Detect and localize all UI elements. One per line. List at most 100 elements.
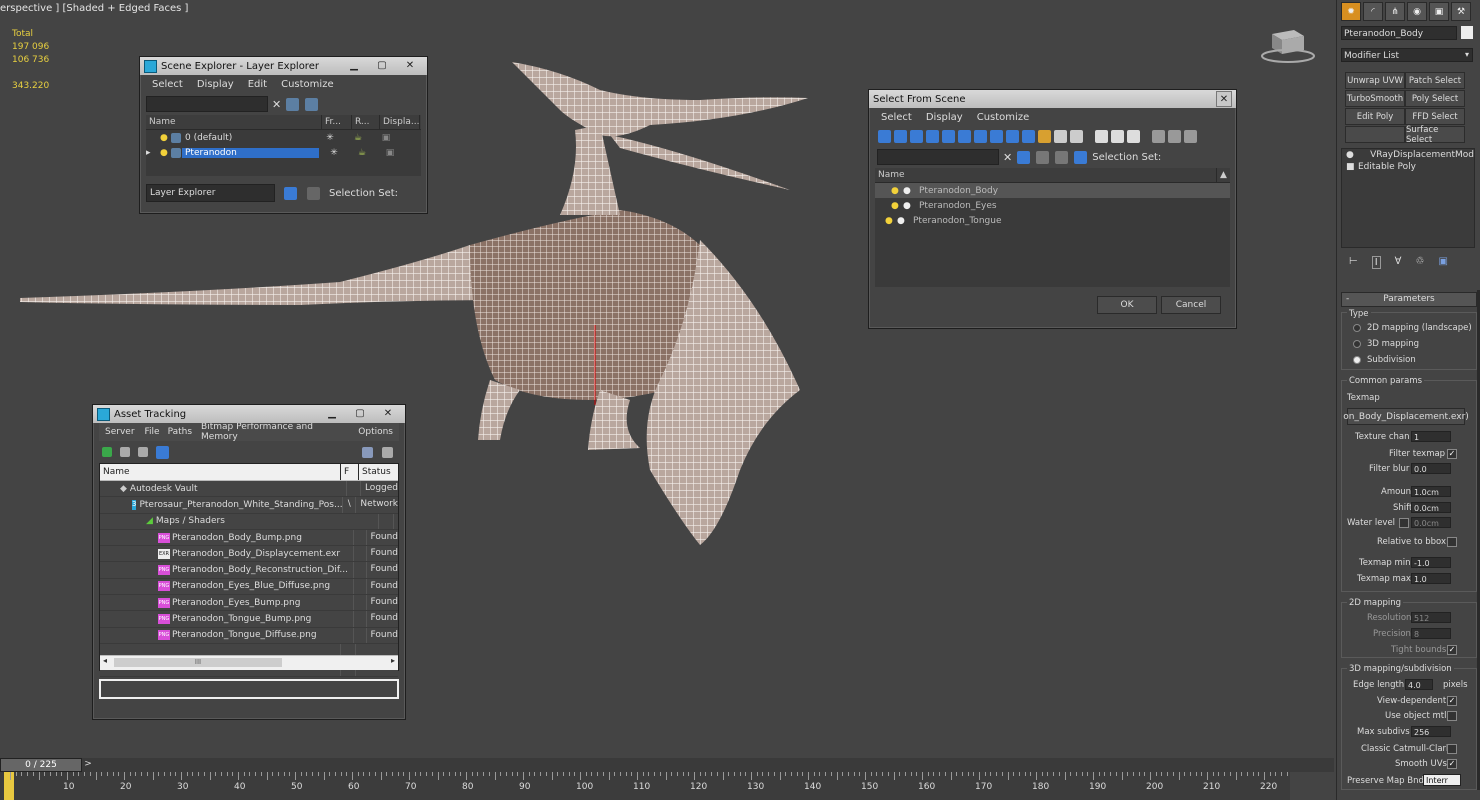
sort-arrow-icon[interactable]: ▲ <box>1217 168 1230 182</box>
filter-groups-icon[interactable] <box>974 129 987 143</box>
filter-lights-icon[interactable] <box>910 129 923 143</box>
texmap-max-spinner[interactable]: 1.0 <box>1411 573 1451 584</box>
col-name[interactable]: Name <box>146 115 322 129</box>
asset-row[interactable]: PNG Pteranodon_Tongue_Diffuse.png Found <box>100 627 398 644</box>
edit-poly-button[interactable]: Edit Poly <box>1345 108 1405 125</box>
asset-row[interactable]: PNG Pteranodon_Tongue_Bump.png Found <box>100 611 398 628</box>
layer-row-default[interactable]: ● 0 (default) ✳ ☕ ▣ <box>146 130 421 145</box>
object-name-field[interactable]: Pteranodon_Body <box>1341 26 1457 40</box>
filter-spacewarps-icon[interactable] <box>958 129 971 143</box>
turbosmooth-button[interactable]: TurboSmooth <box>1345 90 1405 107</box>
option-3d-mapping[interactable]: 3D mapping <box>1367 339 1419 349</box>
stack-item[interactable]: ■ Editable Poly <box>1342 161 1474 173</box>
menu-display[interactable]: Display <box>191 79 240 90</box>
water-level-spinner[interactable]: 0.0cm <box>1411 517 1451 528</box>
display-none-icon[interactable] <box>1111 129 1124 143</box>
ffd-select-button[interactable]: FFD Select <box>1405 108 1465 125</box>
filter-shapes-icon[interactable] <box>894 129 907 143</box>
scroll-left-icon[interactable]: ◂ <box>103 656 107 665</box>
display-invert-icon[interactable] <box>1127 129 1140 143</box>
bulb-icon[interactable]: ● <box>1342 150 1354 160</box>
maximize-button[interactable]: ▢ <box>347 406 373 420</box>
asset-row[interactable]: PNG Pteranodon_Body_Reconstruction_Dif...… <box>100 562 398 579</box>
filter-helpers-icon[interactable] <box>942 129 955 143</box>
filter-xrefs-icon[interactable] <box>990 129 1003 143</box>
pin-stack-icon[interactable]: ⊢ <box>1349 256 1358 269</box>
menu-paths[interactable]: Paths <box>164 427 196 437</box>
display-tab-icon[interactable]: ▣ <box>1429 2 1449 21</box>
utilities-tab-icon[interactable]: ⚒ <box>1451 2 1471 21</box>
col-freeze[interactable]: Fr... <box>322 115 352 129</box>
patch-select-button[interactable]: Patch Select <box>1405 72 1465 89</box>
poly-select-button[interactable]: Poly Select <box>1405 90 1465 107</box>
menu-customize[interactable]: Customize <box>275 79 340 90</box>
hierarchy-tab-icon[interactable]: ⋔ <box>1385 2 1405 21</box>
asset-row[interactable]: PNG Pteranodon_Eyes_Bump.png Found <box>100 595 398 612</box>
bulb-icon[interactable]: ● <box>891 186 903 196</box>
precision-spinner[interactable]: 8 <box>1411 628 1451 639</box>
stack-item[interactable]: ● VRayDisplacementMod <box>1342 149 1474 161</box>
filter-bones-icon[interactable] <box>1006 129 1019 143</box>
col-f[interactable]: F <box>341 464 359 480</box>
time-cursor[interactable] <box>4 772 14 800</box>
select-from-scene-window[interactable]: Select From Scene ✕ Select Display Custo… <box>868 89 1237 329</box>
shift-spinner[interactable]: 0.0cm <box>1411 502 1451 513</box>
display-all-icon[interactable] <box>1095 129 1108 143</box>
radio-2d-mapping[interactable] <box>1353 324 1361 332</box>
texture-chan-spinner[interactable]: 1 <box>1411 431 1451 442</box>
remove-modifier-icon[interactable]: ♲ <box>1416 256 1425 269</box>
freeze-icon[interactable]: ✳ <box>319 148 349 158</box>
filter-toggle-icon[interactable] <box>1017 150 1031 164</box>
col-status[interactable]: Status <box>359 464 398 480</box>
option-2d-mapping[interactable]: 2D mapping (landscape) <box>1367 323 1472 333</box>
layer-stack-icon[interactable] <box>305 97 319 111</box>
freeze-icon[interactable]: ✳ <box>315 133 345 143</box>
menu-select[interactable]: Select <box>146 79 189 90</box>
ok-button[interactable]: OK <box>1097 296 1157 314</box>
maximize-button[interactable]: ▢ <box>369 58 395 72</box>
asset-row[interactable]: ◢ Maps / Shaders <box>100 513 398 530</box>
filter-containers-icon[interactable] <box>1022 129 1035 143</box>
motion-tab-icon[interactable]: ◉ <box>1407 2 1427 21</box>
object-row[interactable]: ● ● Pteranodon_Tongue <box>875 213 1230 228</box>
filter-hidden-icon[interactable] <box>1054 129 1067 143</box>
sort-layers-icon[interactable] <box>284 186 297 200</box>
explorer-type-dropdown[interactable]: Layer Explorer <box>146 184 275 202</box>
tight-bounds-checkbox[interactable]: ✓ <box>1447 645 1457 655</box>
cancel-button[interactable]: Cancel <box>1161 296 1221 314</box>
close-button[interactable]: ✕ <box>397 58 423 72</box>
close-button[interactable]: ✕ <box>375 406 401 420</box>
modifier-list-dropdown[interactable]: Modifier List <box>1341 48 1473 62</box>
classic-catmull-checkbox[interactable] <box>1447 744 1457 754</box>
view-dependent-checkbox[interactable]: ✓ <box>1447 696 1457 706</box>
display-icon[interactable]: ▣ <box>371 133 401 143</box>
bulb-icon[interactable]: ● <box>160 148 170 158</box>
next-frame-button[interactable]: > <box>82 758 94 770</box>
asset-tracking-window[interactable]: Asset Tracking ▁ ▢ ✕ Server File Paths B… <box>92 404 406 720</box>
display-icon[interactable]: ▣ <box>375 148 405 158</box>
col-render[interactable]: R... <box>352 115 380 129</box>
radio-subdivision[interactable] <box>1353 356 1361 364</box>
settings-icon[interactable] <box>382 446 393 458</box>
unwrap-uvw-button[interactable]: Unwrap UVW <box>1345 72 1405 89</box>
menu-file[interactable]: File <box>143 427 162 437</box>
filter-texmap-checkbox[interactable]: ✓ <box>1447 449 1457 459</box>
chevron-down-icon[interactable]: ▾ <box>1465 50 1469 59</box>
resolution-spinner[interactable]: 512 <box>1411 612 1451 623</box>
scroll-thumb[interactable]: III <box>114 658 282 667</box>
menu-customize[interactable]: Customize <box>971 112 1036 123</box>
time-slider[interactable]: 0 / 225 <box>0 758 82 772</box>
water-level-checkbox[interactable] <box>1399 518 1409 528</box>
filter-geometry-icon[interactable] <box>878 129 891 143</box>
thumbnail-view-icon[interactable] <box>138 447 148 457</box>
bulb-icon[interactable]: ● <box>160 133 170 143</box>
amount-spinner[interactable]: 1.0cm <box>1411 486 1451 497</box>
select-from-scene-titlebar[interactable]: Select From Scene ✕ <box>869 90 1236 108</box>
texmap-button[interactable]: on_Body_Displacement.exr) <box>1343 408 1469 425</box>
menu-select[interactable]: Select <box>875 112 918 123</box>
parameters-rollout-header[interactable]: - Parameters <box>1341 292 1477 307</box>
time-bar[interactable] <box>0 758 1334 772</box>
asset-row[interactable]: 3 Pterosaur_Pteranodon_White_Standing_Pos… <box>100 497 398 514</box>
list-view-icon[interactable] <box>120 447 130 457</box>
radio-3d-mapping[interactable] <box>1353 340 1361 348</box>
